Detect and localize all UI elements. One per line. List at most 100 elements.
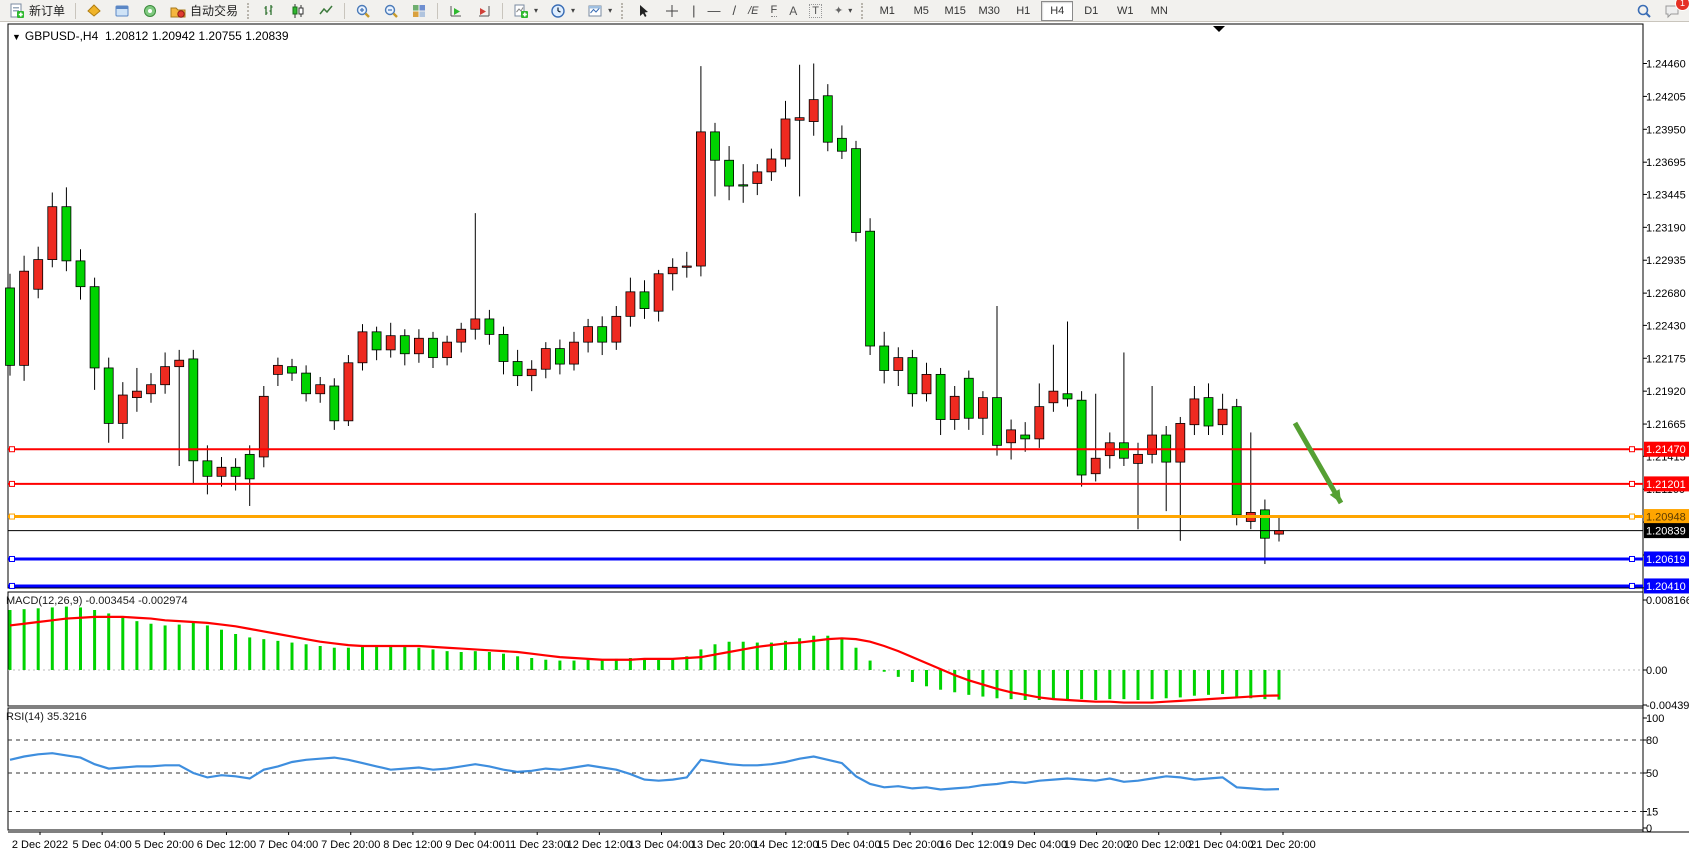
zoom-out-button[interactable] [378, 0, 404, 22]
line-handle[interactable] [1630, 447, 1635, 452]
candle-bullish[interactable] [541, 349, 550, 370]
autotrading-button[interactable]: 自动交易 [165, 0, 243, 22]
candle-bullish[interactable] [1091, 458, 1100, 473]
candle-bullish[interactable] [1007, 430, 1016, 443]
chart-shift-button[interactable] [471, 0, 497, 22]
candle-bearish[interactable] [203, 461, 212, 476]
candle-bearish[interactable] [231, 467, 240, 476]
candle-bearish[interactable] [1204, 398, 1213, 426]
line-handle[interactable] [10, 481, 15, 486]
candle-bullish[interactable] [344, 363, 353, 421]
candle-bearish[interactable] [400, 336, 409, 354]
candle-bullish[interactable] [668, 267, 677, 273]
candle-bullish[interactable] [273, 365, 282, 374]
candle-bullish[interactable] [950, 396, 959, 419]
timeframe-button-m1[interactable]: M1 [871, 1, 903, 21]
candle-bearish[interactable] [711, 132, 720, 160]
text-label-button[interactable]: T [804, 0, 827, 22]
indicators-button[interactable]: ▾ [508, 0, 543, 22]
candle-bearish[interactable] [6, 288, 15, 365]
candle-bullish[interactable] [1049, 391, 1058, 403]
candle-bullish[interactable] [175, 360, 184, 366]
candle-bullish[interactable] [527, 369, 536, 375]
candle-bearish[interactable] [330, 386, 339, 421]
candle-bullish[interactable] [682, 266, 691, 267]
line-chart-button[interactable] [313, 0, 339, 22]
candle-bearish[interactable] [499, 334, 508, 361]
candle-bearish[interactable] [823, 96, 832, 142]
signals-button[interactable] [137, 0, 163, 22]
candle-bullish[interactable] [584, 327, 593, 342]
candle-bullish[interactable] [161, 367, 170, 385]
market-watch-button[interactable] [109, 0, 135, 22]
metaeditor-button[interactable] [81, 0, 107, 22]
candle-bullish[interactable] [809, 100, 818, 122]
candle-bullish[interactable] [654, 274, 663, 311]
candle-bullish[interactable] [132, 391, 141, 397]
candle-bearish[interactable] [739, 185, 748, 186]
candle-bullish[interactable] [34, 260, 43, 290]
candle-bearish[interactable] [189, 359, 198, 461]
line-handle[interactable] [10, 447, 15, 452]
candle-bearish[interactable] [598, 327, 607, 342]
macd-pane[interactable] [8, 592, 1643, 706]
candle-bearish[interactable] [302, 373, 311, 394]
candle-bearish[interactable] [725, 160, 734, 186]
candle-bearish[interactable] [908, 358, 917, 394]
candle-bearish[interactable] [288, 367, 297, 373]
candle-bullish[interactable] [1190, 399, 1199, 425]
cursor-button[interactable] [631, 0, 657, 22]
candle-bullish[interactable] [414, 338, 423, 353]
arrows-button[interactable]: ✦ ▾ [829, 0, 857, 22]
crosshair-button[interactable] [659, 0, 685, 22]
candle-bearish[interactable] [555, 349, 564, 364]
line-handle[interactable] [10, 514, 15, 519]
candle-bullish[interactable] [20, 271, 29, 365]
candle-bearish[interactable] [1119, 443, 1128, 458]
candle-bearish[interactable] [852, 149, 861, 233]
line-handle[interactable] [1630, 514, 1635, 519]
candle-bearish[interactable] [1077, 400, 1086, 475]
timeframe-button-w1[interactable]: W1 [1109, 1, 1141, 21]
auto-scroll-button[interactable] [443, 0, 469, 22]
candle-bearish[interactable] [1063, 394, 1072, 399]
candle-bearish[interactable] [936, 374, 945, 419]
line-handle[interactable] [1630, 583, 1635, 588]
candle-bullish[interactable] [457, 329, 466, 342]
timeframe-button-m15[interactable]: M15 [939, 1, 971, 21]
candlestick-chart-button[interactable] [285, 0, 311, 22]
candle-bullish[interactable] [118, 395, 127, 423]
candle-bearish[interactable] [104, 368, 113, 423]
timeframe-button-mn[interactable]: MN [1143, 1, 1175, 21]
candle-bearish[interactable] [880, 346, 889, 371]
candle-bearish[interactable] [640, 292, 649, 309]
candle-bearish[interactable] [245, 454, 254, 479]
candle-bearish[interactable] [993, 398, 1002, 446]
horizontal-line-button[interactable]: — [702, 0, 725, 22]
candle-bullish[interactable] [570, 342, 579, 364]
candle-bullish[interactable] [795, 118, 804, 121]
tile-windows-button[interactable] [406, 0, 432, 22]
line-handle[interactable] [1630, 481, 1635, 486]
candle-bearish[interactable] [837, 138, 846, 151]
candle-bullish[interactable] [767, 159, 776, 172]
chat-button[interactable]: 1 [1659, 0, 1685, 22]
new-order-button[interactable]: 新订单 [4, 0, 70, 22]
channel-button[interactable]: /E [743, 0, 763, 22]
candle-bullish[interactable] [217, 467, 226, 476]
bar-chart-button[interactable] [257, 0, 283, 22]
candle-bullish[interactable] [259, 396, 268, 457]
candle-bullish[interactable] [1275, 531, 1284, 534]
candle-bearish[interactable] [76, 261, 85, 287]
candle-bullish[interactable] [1218, 409, 1227, 424]
candle-bearish[interactable] [1232, 407, 1241, 515]
candle-bearish[interactable] [1021, 435, 1030, 439]
candle-bearish[interactable] [429, 338, 438, 357]
candle-bullish[interactable] [471, 319, 480, 329]
periods-button[interactable]: ▾ [545, 0, 580, 22]
line-handle[interactable] [10, 583, 15, 588]
candle-bullish[interactable] [147, 385, 156, 394]
candle-bullish[interactable] [358, 332, 367, 363]
candle-bullish[interactable] [48, 207, 57, 260]
line-handle[interactable] [10, 556, 15, 561]
